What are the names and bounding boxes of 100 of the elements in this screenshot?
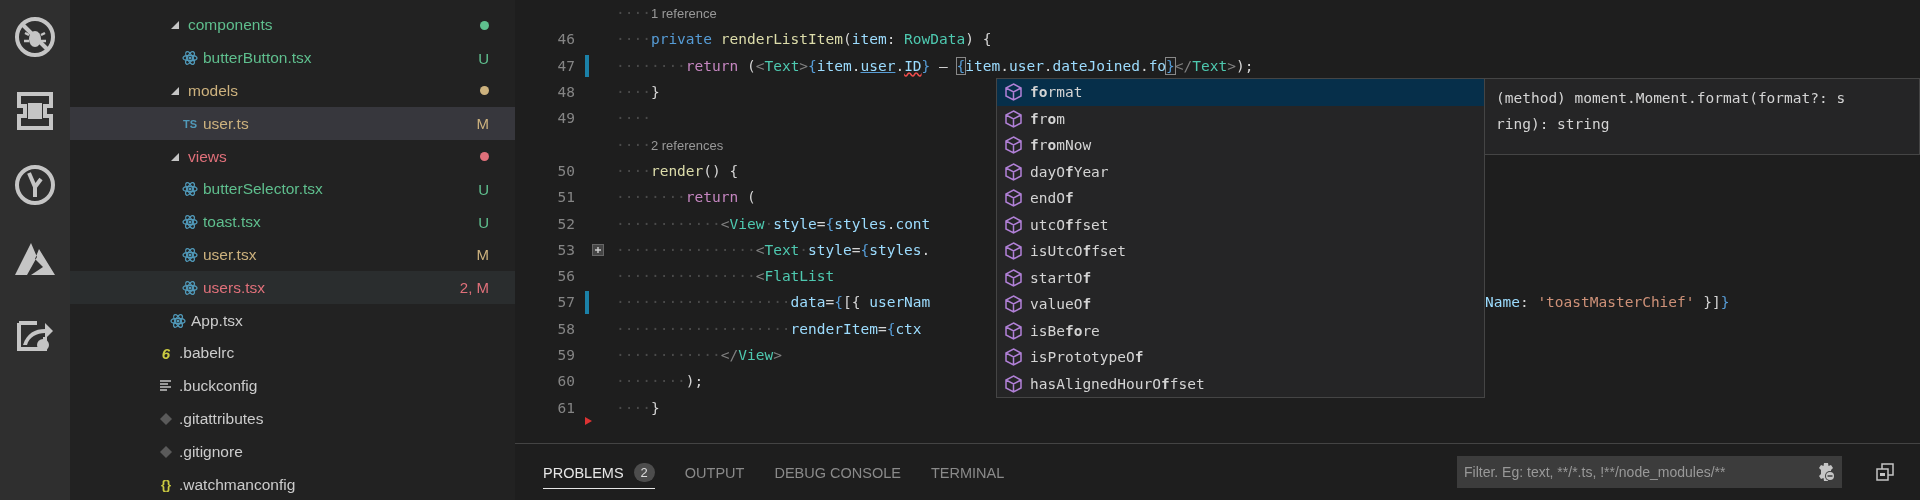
file-name: .watchmanconfig [179, 475, 297, 494]
line-number: 52 [556, 215, 575, 232]
filter-field[interactable]: Filter. Eg: text, **/*.ts, !**/node_modules/** [1457, 456, 1842, 488]
suggestion-item[interactable]: isUtcOffset [997, 238, 1484, 265]
suggestion-item[interactable]: valueOf [997, 291, 1484, 318]
atom-icon [182, 181, 198, 198]
atom-icon [182, 246, 198, 263]
file-name: views [188, 147, 228, 166]
plus-icon[interactable] [592, 243, 604, 256]
suggestion-item[interactable]: isBefore [997, 317, 1484, 344]
panel-tab[interactable]: DEBUG CONSOLE [774, 456, 901, 488]
branch-icon[interactable] [13, 163, 57, 207]
explorer-row[interactable]: models [70, 74, 515, 108]
file-name: users.tsx [203, 278, 266, 297]
code-line: ········return (<Text>{item.user.ID} – {item.user.dateJoined.fo}</Text>); [616, 57, 1254, 74]
explorer-row[interactable]: butterButton.tsx U [70, 41, 515, 75]
explorer-row[interactable]: views [70, 140, 515, 173]
reference-count-link[interactable]: 1 reference [650, 6, 717, 22]
cube-icon [1005, 109, 1022, 128]
gear-icon[interactable] [1816, 462, 1836, 482]
explorer-row[interactable]: TS user.ts M [70, 107, 515, 141]
diamond-icon [158, 444, 174, 459]
line-number: 49 [556, 110, 575, 127]
git-status: U [478, 49, 489, 67]
triangle-icon[interactable] [13, 241, 57, 277]
whitespace-marks: ···· [616, 136, 651, 153]
suggestion-item[interactable]: endOf [997, 185, 1484, 212]
explorer-row[interactable]: toast.tsx U [70, 205, 515, 239]
extension-icon[interactable] [17, 92, 53, 130]
cube-icon [1005, 215, 1022, 234]
cube-icon [1005, 136, 1022, 155]
atom-icon [182, 214, 198, 231]
cube-icon [1005, 83, 1022, 102]
line-number: 56 [556, 268, 575, 285]
suggestion-item[interactable]: format [997, 79, 1484, 106]
count-badge: 2 [633, 463, 655, 482]
explorer-row[interactable]: .buckconfig [70, 369, 515, 403]
restore-panel-icon[interactable] [1876, 463, 1894, 481]
atom-icon [182, 50, 198, 67]
panel-tab[interactable]: PROBLEMS 2 [543, 455, 655, 489]
panel-tab[interactable]: TERMINAL [930, 456, 1005, 488]
explorer-row[interactable]: {} .watchmanconfig [70, 468, 515, 500]
line-number: 48 [556, 84, 575, 101]
no-bug-icon[interactable] [13, 15, 57, 59]
cube-icon [1005, 295, 1022, 314]
explorer-row[interactable]: .gitattributes [70, 402, 515, 436]
file-name: butterSelector.tsx [203, 180, 324, 199]
code-line: ····private renderListItem(item: RowData) { [616, 31, 992, 48]
file-name: toast.tsx [203, 213, 262, 232]
suggestion-item[interactable]: isPrototypeOf [997, 344, 1484, 371]
code-line: ····render() { [616, 162, 739, 179]
diamond-icon [158, 411, 174, 426]
git-status: M [476, 115, 489, 133]
code-line: ····················renderItem={ctx [616, 320, 922, 337]
git-status: U [478, 213, 489, 231]
file-name: .buckconfig [179, 377, 259, 396]
explorer-row[interactable]: butterSelector.tsx U [70, 173, 515, 206]
file-name: user.ts [203, 114, 250, 133]
panel-tab[interactable]: OUTPUT [684, 456, 745, 488]
explorer-row[interactable]: components [70, 9, 515, 42]
line-number: 61 [556, 399, 575, 416]
git-status: U [478, 180, 489, 198]
code-line: ····} [616, 84, 660, 101]
line-number: 59 [556, 347, 575, 363]
explorer-row[interactable]: App.tsx [70, 304, 515, 337]
file-name: butterButton.tsx [203, 49, 313, 68]
file-name: .babelrc [179, 344, 236, 363]
explorer-row[interactable]: 6 .babelrc [70, 336, 515, 370]
suggestion-item[interactable]: startOf [997, 264, 1484, 291]
suggestion-item[interactable]: utcOffset [997, 211, 1484, 238]
explorer-row[interactable]: users.tsx 2, M [70, 271, 515, 305]
explorer-row[interactable]: .gitignore [70, 435, 515, 469]
reference-count-link[interactable]: 2 references [650, 137, 724, 153]
file-name: user.tsx [203, 245, 258, 264]
suggestion-item[interactable]: dayOfYear [997, 158, 1484, 185]
code-line: ············<View·style={styles.cont [616, 215, 931, 232]
git-status: M [476, 246, 489, 264]
code-line: ············</View> [616, 347, 782, 363]
atom-icon [182, 279, 198, 296]
line-number: 51 [556, 189, 575, 206]
cube-icon [1005, 268, 1022, 287]
line-number: 47 [556, 57, 575, 74]
file-name: components [188, 16, 274, 35]
babel-file-icon: 6 [158, 344, 174, 362]
code-line: ················<FlatList [616, 268, 835, 285]
suggestion-item[interactable]: fromNow [997, 132, 1484, 159]
explorer-row[interactable]: user.tsx M [70, 238, 515, 272]
line-number: 60 [556, 373, 575, 390]
cube-icon [1005, 374, 1022, 393]
code-line: ····················data={[{ userNam [616, 294, 931, 311]
line-number: 46 [556, 31, 575, 48]
suggestion-item[interactable]: from [997, 105, 1484, 132]
suggestion-item[interactable]: hasAlignedHourOffset [997, 370, 1484, 397]
cube-icon [1005, 189, 1022, 208]
line-number: 58 [556, 320, 575, 337]
documentation-popup: (method) moment.Moment.format(format?: s ring): string [1485, 78, 1920, 155]
cube-icon [1005, 348, 1022, 367]
line-number: 57 [556, 294, 575, 311]
cube-icon [1005, 162, 1022, 181]
file-name: .gitattributes [179, 409, 265, 428]
